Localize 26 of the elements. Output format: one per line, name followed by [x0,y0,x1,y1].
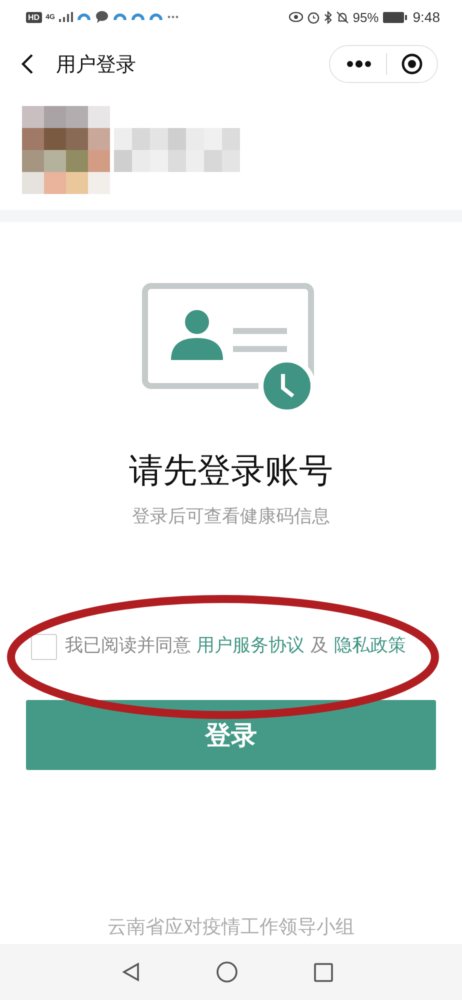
close-target-icon[interactable] [401,53,423,75]
page-title: 用户登录 [56,50,137,78]
prompt-title: 请先登录账号 [129,450,333,493]
agreement-checkbox[interactable] [31,634,57,660]
service-agreement-link[interactable]: 用户服务协议 [196,635,305,656]
clock-time: 9:48 [412,9,440,25]
chat-bubble-icon [94,10,109,24]
recents-nav-icon[interactable] [314,962,332,982]
privacy-policy-link[interactable]: 隐私政策 [334,635,406,656]
eye-icon [288,12,303,22]
home-nav-icon[interactable] [216,961,238,983]
signal-icon [58,12,73,22]
battery-percent: 95% [352,10,379,24]
login-button[interactable]: 登录 [26,700,436,770]
hd-icon: HD [26,12,42,22]
battery-icon [382,12,407,22]
back-icon[interactable] [20,53,34,75]
bluetooth-icon [324,10,332,24]
more-notifications-icon [166,15,179,19]
back-nav-icon[interactable] [122,962,140,982]
muted-bell-icon [336,10,349,24]
footer-text: 云南省应对疫情工作领导小组 [106,915,356,940]
agreement-text: 我已阅读并同意 用户服务协议 及 隐私政策 [65,634,406,658]
more-icon[interactable] [346,60,372,68]
alarm-icon [306,10,320,24]
prompt-subtitle: 登录后可查看健康码信息 [132,505,330,528]
